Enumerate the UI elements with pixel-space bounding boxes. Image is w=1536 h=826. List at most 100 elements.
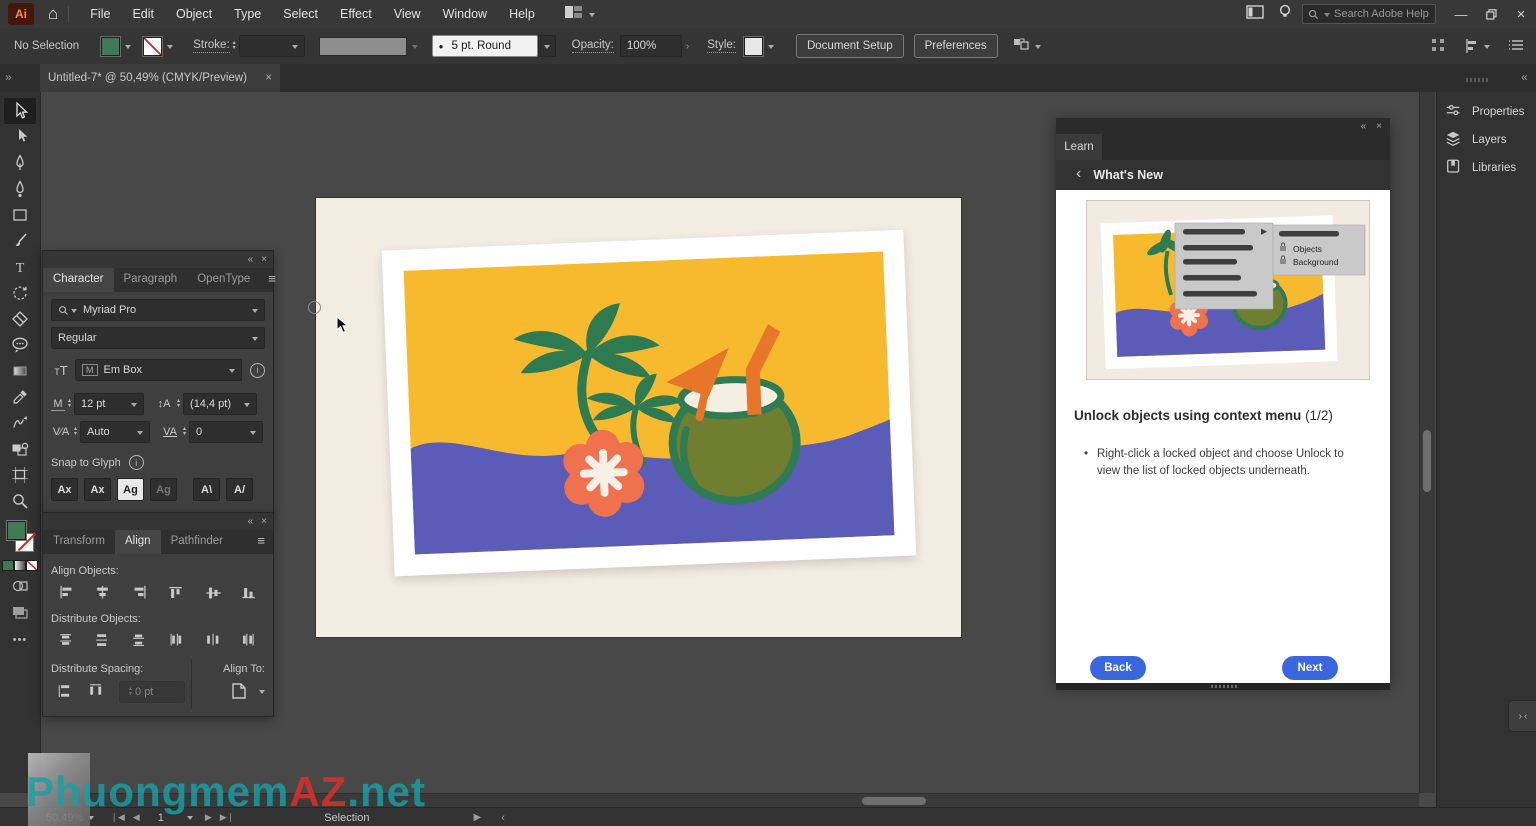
snap-glyph-button-5[interactable]: A\ — [193, 478, 220, 501]
symbol-sprayer-tool[interactable] — [4, 436, 36, 462]
dist-vcenter-button[interactable] — [88, 631, 118, 651]
preferences-button[interactable]: Preferences — [914, 34, 998, 58]
minimize-button[interactable]: — — [1446, 0, 1476, 28]
snap-glyph-button-3[interactable]: Ag — [117, 478, 144, 501]
more-tools-icon[interactable]: ••• — [13, 634, 28, 646]
tab-character[interactable]: Character — [43, 268, 114, 292]
menu-select[interactable]: Select — [272, 7, 329, 21]
align-right-button[interactable] — [125, 583, 155, 603]
draw-mode-icon[interactable] — [12, 579, 28, 598]
zoom-tool[interactable] — [4, 488, 36, 514]
kerning-field[interactable]: Auto — [80, 421, 150, 443]
tab-opentype[interactable]: OpenType — [187, 268, 260, 292]
align-shortcut-icon[interactable] — [1463, 38, 1490, 54]
leading-stepper[interactable]: ▴▾ — [177, 399, 180, 409]
menu-help[interactable]: Help — [498, 7, 546, 21]
pen-tool[interactable] — [4, 150, 36, 176]
dock-item-properties[interactable]: Properties — [1437, 98, 1536, 126]
align-hcenter-button[interactable] — [88, 583, 118, 603]
arrange-icon[interactable] — [1012, 37, 1030, 56]
collapsed-panel-drawer[interactable]: ›‹ — [1508, 700, 1536, 732]
close-icon[interactable]: × — [1376, 121, 1382, 132]
dock-item-layers[interactable]: Layers — [1437, 126, 1536, 154]
tracking-field[interactable]: 0 — [189, 421, 263, 443]
stroke-label[interactable]: Stroke: — [193, 39, 229, 53]
workspace-switcher-icon[interactable] — [564, 4, 584, 25]
dist-left-button[interactable] — [161, 631, 191, 651]
brush-preset-chevron[interactable] — [538, 35, 556, 57]
document-setup-button[interactable]: Document Setup — [796, 34, 904, 58]
align-vmiddle-button[interactable] — [198, 583, 228, 603]
curvature-tool[interactable] — [4, 176, 36, 202]
tab-paragraph[interactable]: Paragraph — [114, 268, 188, 292]
dock-item-libraries[interactable]: Libraries — [1437, 154, 1536, 182]
learn-panel-resize-grip[interactable] — [1056, 683, 1390, 690]
grid-dots-icon[interactable] — [1431, 38, 1445, 55]
dock-grip[interactable] — [1466, 78, 1490, 82]
vertical-scrollbar[interactable] — [1419, 92, 1435, 793]
menu-view[interactable]: View — [383, 7, 432, 21]
artboard-tool[interactable] — [4, 462, 36, 488]
dist-right-button[interactable] — [235, 631, 265, 651]
menu-effect[interactable]: Effect — [329, 7, 383, 21]
menu-edit[interactable]: Edit — [121, 7, 165, 21]
snap-glyph-button-2[interactable]: Ax — [84, 478, 111, 501]
leading-field[interactable]: (14,4 pt) — [183, 393, 257, 415]
rectangle-tool[interactable] — [4, 202, 36, 228]
fill-stroke-control[interactable] — [4, 520, 36, 554]
panel-menu-icon[interactable]: ≡ — [260, 268, 284, 292]
selection-tool[interactable] — [4, 98, 36, 124]
restore-button[interactable] — [1476, 0, 1506, 28]
close-icon[interactable]: × — [261, 516, 267, 527]
next-button[interactable]: Next — [1282, 656, 1338, 680]
play-icon[interactable]: ▶ — [473, 812, 481, 823]
align-top-button[interactable] — [161, 583, 191, 603]
fill-swatch[interactable] — [7, 521, 26, 540]
menu-object[interactable]: Object — [165, 7, 223, 21]
menu-file[interactable]: File — [79, 7, 121, 21]
panel-menu-icon[interactable]: ≡ — [249, 530, 273, 554]
type-system-field[interactable]: M Em Box — [75, 359, 242, 381]
font-style-field[interactable]: Regular — [51, 327, 265, 349]
paintbrush-tool[interactable] — [4, 228, 36, 254]
status-arrow-icon[interactable]: ‹ — [501, 812, 505, 824]
color-button[interactable] — [2, 560, 14, 571]
direct-selection-tool[interactable] — [4, 124, 36, 150]
close-tab-icon[interactable]: × — [265, 72, 272, 84]
align-left-button[interactable] — [51, 583, 81, 603]
eraser-tool[interactable] — [4, 306, 36, 332]
hamburger-menu-icon[interactable] — [1508, 39, 1524, 54]
collapse-panel-icon[interactable]: « — [248, 516, 254, 527]
home-icon[interactable]: ⌂ — [48, 4, 58, 24]
stroke-weight-field[interactable] — [239, 35, 305, 57]
gradient-button[interactable] — [14, 560, 26, 571]
style-swatch[interactable] — [744, 37, 763, 56]
kerning-stepper[interactable]: ▴▾ — [74, 427, 77, 437]
align-to-artboard-icon[interactable] — [224, 681, 254, 701]
dist-top-button[interactable] — [51, 631, 81, 651]
close-icon[interactable]: × — [261, 254, 267, 265]
font-size-stepper[interactable]: ▴▾ — [68, 399, 71, 409]
opacity-label[interactable]: Opacity: — [572, 39, 614, 53]
horizontal-scrollbar-thumb[interactable] — [862, 797, 926, 805]
menu-window[interactable]: Window — [432, 7, 498, 21]
collapse-panel-icon[interactable]: « — [1521, 70, 1528, 84]
menu-type[interactable]: Type — [223, 7, 272, 21]
style-label[interactable]: Style: — [707, 39, 736, 53]
info-icon[interactable]: i — [250, 363, 265, 378]
blend-tool[interactable] — [4, 410, 36, 436]
close-button[interactable]: × — [1506, 0, 1536, 28]
stroke-weight-stepper[interactable]: ▴▾ — [233, 41, 236, 51]
fill-color-swatch[interactable] — [101, 37, 120, 56]
snap-glyph-button-6[interactable]: A/ — [226, 478, 253, 501]
tab-learn[interactable]: Learn — [1056, 134, 1102, 160]
dist-bottom-button[interactable] — [125, 631, 155, 651]
space-v-button[interactable] — [51, 682, 81, 702]
postcard-artwork[interactable] — [382, 230, 917, 577]
snap-glyph-button-1[interactable]: Ax — [51, 478, 78, 501]
variable-width-profile[interactable] — [319, 37, 407, 56]
eyedropper-tool[interactable] — [4, 384, 36, 410]
type-tool[interactable]: T — [4, 254, 36, 280]
dist-hcenter-button[interactable] — [198, 631, 228, 651]
opacity-flyout-arrow[interactable]: › — [686, 41, 689, 52]
